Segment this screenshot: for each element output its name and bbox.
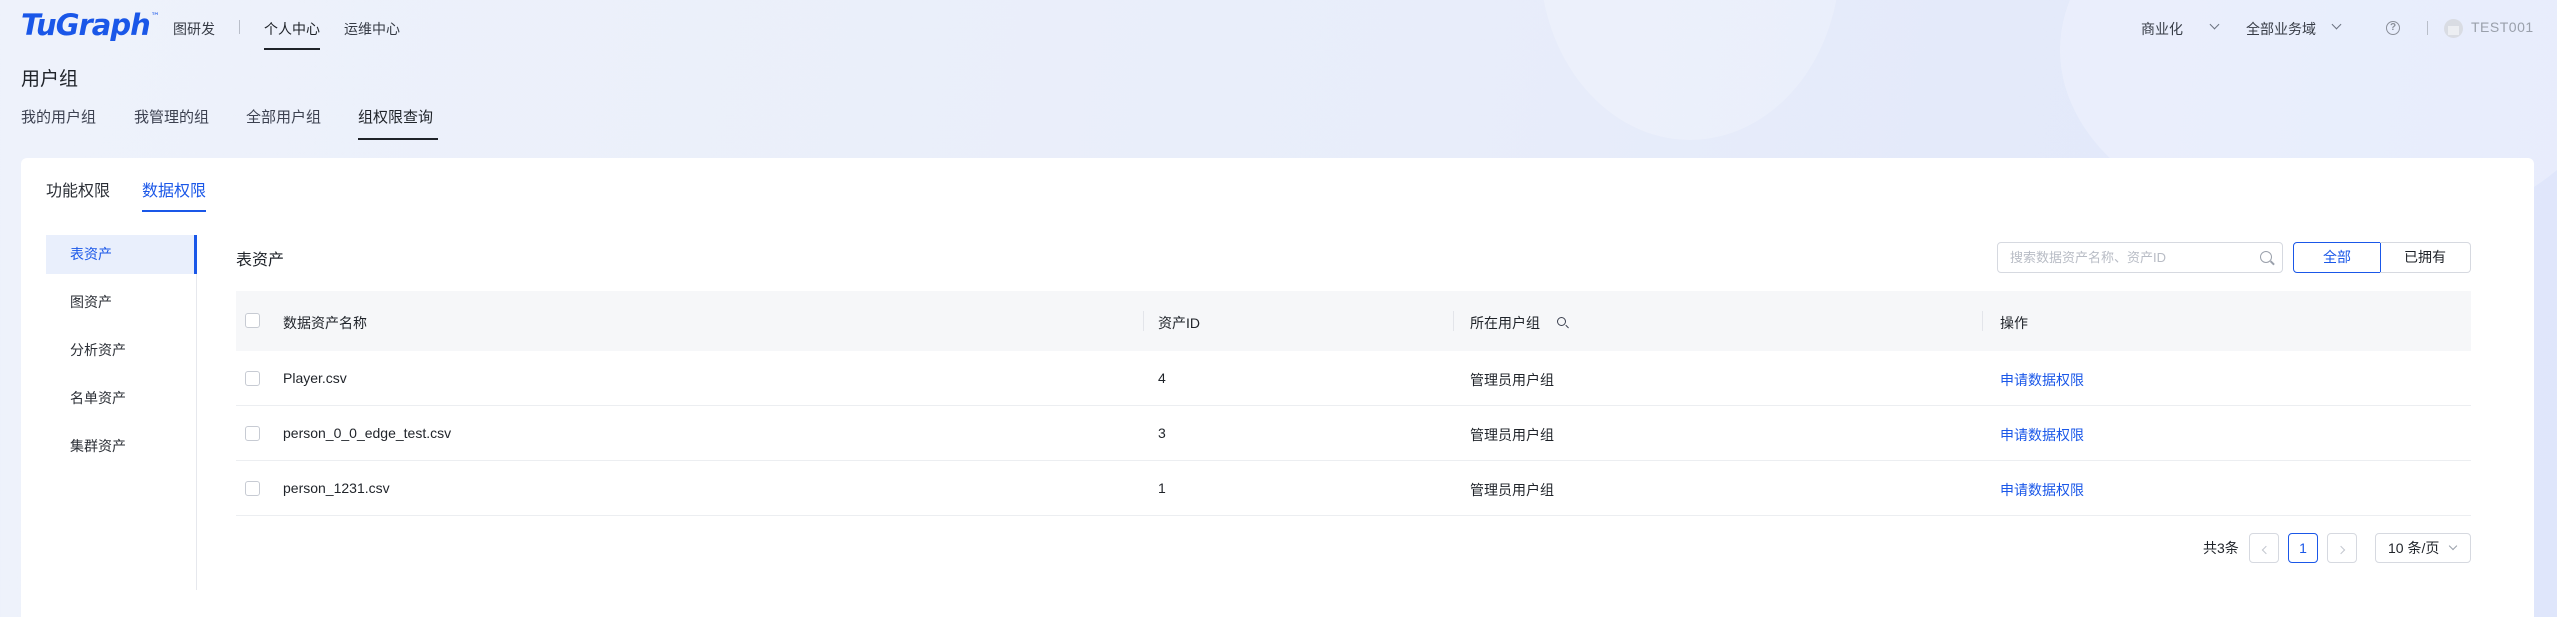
username[interactable]: TEST001 <box>2471 19 2534 35</box>
filter-all-button[interactable]: 全部 <box>2293 242 2381 273</box>
page-1-button[interactable]: 1 <box>2288 533 2318 563</box>
chevron-down-icon[interactable] <box>2209 19 2220 30</box>
page-title: 用户组 <box>21 69 79 90</box>
business-domain-label: 全部业务域 <box>2246 21 2316 37</box>
asset-name: person_0_0_edge_test.csv <box>283 425 452 441</box>
sidebar-item-cluster-assets[interactable]: 集群资产 <box>46 427 194 466</box>
search-icon[interactable] <box>1557 317 1566 326</box>
topnav-ops-center[interactable]: 运维中心 <box>344 19 400 39</box>
table-row: Player.csv 4 管理员用户组 申请数据权限 <box>236 351 2471 406</box>
help-icon[interactable]: ? <box>2386 21 2400 35</box>
prev-page-button[interactable] <box>2249 533 2279 563</box>
asset-id: 4 <box>1158 370 1166 386</box>
asset-group: 管理员用户组 <box>1470 482 1554 498</box>
row-checkbox[interactable] <box>245 481 260 496</box>
permission-card: 功能权限 数据权限 表资产 图资产 分析资产 名单资产 集群资产 表资产 搜索数… <box>21 158 2534 617</box>
next-page-button[interactable] <box>2327 533 2357 563</box>
divider <box>2427 21 2428 35</box>
sidebar-item-graph-assets[interactable]: 图资产 <box>46 283 194 322</box>
sidebar-active-indicator <box>194 235 197 274</box>
table-row: person_0_0_edge_test.csv 3 管理员用户组 申请数据权限 <box>236 406 2471 461</box>
section-title: 表资产 <box>236 252 285 269</box>
avatar[interactable] <box>2444 19 2463 38</box>
table-row: person_1231.csv 1 管理员用户组 申请数据权限 <box>236 461 2471 516</box>
column-header-asset-name: 数据资产名称 <box>283 315 367 331</box>
sidebar-item-analysis-assets[interactable]: 分析资产 <box>46 331 194 370</box>
tab-all-groups[interactable]: 全部用户组 <box>246 106 321 127</box>
asset-type-sidebar: 表资产 图资产 分析资产 名单资产 集群资产 <box>46 235 197 590</box>
search-placeholder: 搜索数据资产名称、资产ID <box>2010 250 2167 265</box>
apply-permission-link[interactable]: 申请数据权限 <box>2000 370 2084 390</box>
column-divider <box>1453 311 1454 331</box>
chevron-down-icon <box>2448 541 2458 551</box>
asset-id: 3 <box>1158 425 1166 441</box>
column-header-asset-id: 资产ID <box>1158 315 1200 331</box>
sidebar-item-table-assets[interactable]: 表资产 <box>46 235 194 274</box>
column-divider <box>1982 311 1983 331</box>
search-icon[interactable] <box>2260 251 2272 263</box>
apply-permission-link[interactable]: 申请数据权限 <box>2000 425 2084 445</box>
tab-function-permission[interactable]: 功能权限 <box>46 177 110 201</box>
top-navigation-bar: TuGraph™ 图研发 个人中心 运维中心 商业化 全部业务域 ? TEST0… <box>0 0 2557 56</box>
column-header-action: 操作 <box>2000 315 2028 331</box>
asset-id: 1 <box>1158 480 1166 496</box>
commercial-label: 商业化 <box>2141 21 2183 37</box>
topnav-active-indicator <box>264 48 320 50</box>
column-divider <box>1143 311 1144 331</box>
tab-data-permission[interactable]: 数据权限 <box>142 177 206 201</box>
page-size-select[interactable]: 10 条/页 <box>2375 533 2471 563</box>
row-checkbox[interactable] <box>245 426 260 441</box>
business-domain-dropdown[interactable]: 全部业务域 <box>2246 19 2316 39</box>
pagination-total: 共3条 <box>2203 540 2239 556</box>
asset-group: 管理员用户组 <box>1470 372 1554 388</box>
chevron-left-icon <box>2261 545 2270 555</box>
search-input[interactable]: 搜索数据资产名称、资产ID <box>1997 242 2283 273</box>
tab-active-indicator <box>358 138 438 140</box>
asset-group: 管理员用户组 <box>1470 427 1554 443</box>
tab-my-groups[interactable]: 我的用户组 <box>21 106 96 127</box>
apply-permission-link[interactable]: 申请数据权限 <box>2000 480 2084 500</box>
commercial-dropdown[interactable]: 商业化 <box>2141 19 2183 39</box>
asset-name: Player.csv <box>283 370 347 386</box>
filter-owned-button[interactable]: 已拥有 <box>2380 242 2471 273</box>
topnav-personal-center[interactable]: 个人中心 <box>264 19 320 39</box>
asset-name: person_1231.csv <box>283 480 390 496</box>
chevron-down-icon[interactable] <box>2331 19 2342 30</box>
tab-active-indicator <box>142 210 206 212</box>
tab-group-permission-query[interactable]: 组权限查询 <box>358 106 433 127</box>
page-size-value: 10 条/页 <box>2388 540 2440 556</box>
chevron-right-icon <box>2336 545 2345 555</box>
sidebar-item-list-assets[interactable]: 名单资产 <box>46 379 194 418</box>
divider <box>239 20 240 34</box>
topnav-graph-dev[interactable]: 图研发 <box>173 19 215 39</box>
column-header-user-group: 所在用户组 <box>1470 315 1540 331</box>
table-header: 数据资产名称 资产ID 所在用户组 操作 <box>236 291 2471 351</box>
tab-managed-groups[interactable]: 我管理的组 <box>134 106 209 127</box>
select-all-checkbox[interactable] <box>245 313 260 328</box>
tugraph-logo[interactable]: TuGraph™ <box>21 8 160 42</box>
row-checkbox[interactable] <box>245 371 260 386</box>
